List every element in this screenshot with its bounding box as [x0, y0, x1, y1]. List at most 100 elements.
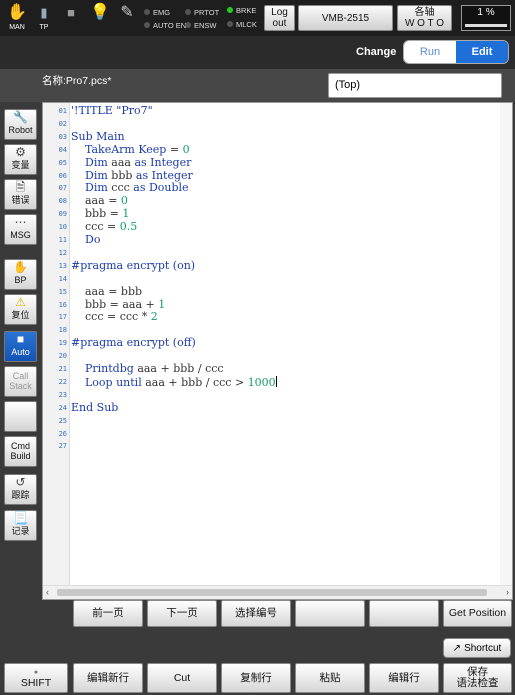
- code-editor[interactable]: 01 02 03 04 05 06 07 08 09 10 11 12 13 14 15 16 17 18 19 20…: [42, 102, 513, 600]
- line-number-gutter: 01 02 03 04 05 06 07 08 09 10 11 12 13 14 15 16 17 18 19 20…: [43, 103, 70, 586]
- vertical-scrollbar[interactable]: [500, 103, 512, 586]
- speed-indicator[interactable]: 1 %: [461, 5, 511, 31]
- record-button[interactable]: 📃 记录: [4, 510, 37, 541]
- select-number-button[interactable]: 选择编号: [221, 600, 291, 627]
- msg-button[interactable]: ⋯ MSG: [4, 214, 37, 245]
- code-token: =: [169, 142, 180, 156]
- procedure-select[interactable]: (Top): [328, 73, 502, 98]
- error-button[interactable]: 🗎 错误: [4, 179, 37, 210]
- code-keyword: as: [133, 181, 146, 195]
- trace-button[interactable]: ↺ 跟踪: [4, 474, 37, 505]
- file-name: 名称:Pro7.pcs*: [42, 75, 112, 87]
- horizontal-scrollbar[interactable]: ‹ ›: [43, 585, 512, 599]
- lamp-indicator: 💡: [87, 2, 113, 34]
- code-line[interactable]: Printdbg aaa + bbb / ccc: [71, 362, 224, 376]
- scroll-right-icon[interactable]: ›: [506, 587, 509, 597]
- code-token: ccc: [205, 362, 224, 375]
- code-token: ccc: [111, 181, 130, 195]
- breakpoint-button[interactable]: ✋ BP: [4, 259, 37, 290]
- speed-bar: [465, 24, 507, 27]
- code-line[interactable]: ccc = ccc * 2: [71, 310, 158, 324]
- status-bar: ✋ MAN ▮ TP ■ 💡 ✎ EMG PRTOT BRKE AUTO EN …: [0, 0, 515, 36]
- lamp-dot: [144, 9, 150, 15]
- side-button-label: 记录: [11, 526, 30, 536]
- code-keyword: End: [71, 400, 94, 414]
- lightbulb-icon: 💡: [90, 4, 110, 21]
- code-line[interactable]: End Sub: [71, 400, 119, 415]
- edit-mode-button[interactable]: Edit: [456, 41, 508, 63]
- copy-line-button[interactable]: 复制行: [221, 663, 291, 693]
- code-line[interactable]: #pragma encrypt (off): [71, 336, 196, 350]
- code-token: aaa: [111, 155, 131, 169]
- hand-icon: ✋: [13, 260, 28, 274]
- teach-pendant-icon: ▮: [40, 5, 48, 20]
- code-keyword: Keep: [138, 142, 167, 156]
- code-line[interactable]: Loop until aaa + bbb / ccc > 1000: [71, 375, 277, 389]
- axis-mode-button[interactable]: 各轴 W O T O: [397, 5, 452, 31]
- side-button-label: 跟踪: [11, 490, 30, 500]
- reset-button[interactable]: ⚠ 复位: [4, 294, 37, 325]
- cmd-build-button[interactable]: Cmd Build: [4, 436, 37, 467]
- robot-button[interactable]: 🔧 Robot: [4, 109, 37, 140]
- line-number: 06: [58, 171, 67, 180]
- code-keyword: Sub: [96, 400, 119, 414]
- code-token: bbb: [120, 284, 143, 298]
- lamp-label: MLCK: [236, 20, 257, 29]
- scroll-left-icon[interactable]: ‹: [46, 587, 49, 597]
- side-button-label: 错误: [11, 195, 30, 205]
- side-button-label: Auto: [11, 347, 30, 357]
- code-keyword: as: [135, 168, 149, 182]
- variables-button[interactable]: ⚙ 变量: [4, 144, 37, 175]
- paste-button[interactable]: 粘贴: [295, 663, 365, 693]
- shift-button[interactable]: ● SHIFT: [4, 663, 68, 693]
- man-label: MAN: [9, 24, 25, 31]
- code-line[interactable]: Do: [71, 233, 100, 247]
- message-icon: ⋯: [14, 215, 27, 229]
- lamp-auto-en: AUTO EN: [144, 20, 186, 32]
- fkey-blank-1[interactable]: [295, 600, 365, 627]
- lamp-dot: [227, 21, 233, 27]
- shortcut-icon: ↗: [452, 642, 462, 654]
- blank-button[interactable]: [4, 401, 37, 432]
- wrench-icon: 🔧: [13, 110, 28, 124]
- logout-line2: out: [272, 18, 287, 29]
- code-token: aaa: [122, 297, 143, 311]
- auto-button[interactable]: ■ Auto: [4, 331, 37, 362]
- code-token: =: [106, 310, 117, 324]
- robot-name-button[interactable]: VMB-2515: [298, 5, 393, 31]
- line-number: 04: [58, 145, 67, 154]
- code-line[interactable]: #pragma encrypt (on): [71, 259, 195, 273]
- next-page-button[interactable]: 下一页: [147, 600, 217, 627]
- get-position-button[interactable]: Get Position: [443, 600, 512, 627]
- side-button-label: 变量: [11, 160, 30, 170]
- save-syntax-check-button[interactable]: 保存 语法检查: [443, 663, 512, 693]
- line-number: 25: [58, 416, 67, 425]
- code-line[interactable]: '!TITLE "Pro7": [71, 104, 153, 118]
- tp-indicator[interactable]: ▮ TP: [31, 2, 57, 34]
- prev-page-button[interactable]: 前一页: [73, 600, 143, 627]
- edit-new-line-button[interactable]: 编辑新行: [73, 663, 143, 693]
- code-number: 0.5: [119, 220, 138, 234]
- code-keyword: Double: [148, 181, 189, 195]
- line-number: 13: [58, 261, 67, 270]
- cut-button[interactable]: Cut: [147, 663, 217, 693]
- line-number: 20: [58, 352, 67, 361]
- scroll-thumb[interactable]: [57, 589, 487, 596]
- edit-line-button[interactable]: 编辑行: [369, 663, 439, 693]
- shortcut-label: Shortcut: [464, 642, 502, 654]
- shortcut-button[interactable]: ↗ Shortcut: [443, 638, 511, 658]
- call-stack-button[interactable]: Call Stack: [4, 366, 37, 397]
- code-token: aaa: [85, 194, 105, 208]
- logout-button[interactable]: Log out: [264, 5, 295, 31]
- lamp-emg: EMG: [144, 7, 170, 19]
- run-mode-button[interactable]: Run: [404, 41, 456, 63]
- man-mode-indicator[interactable]: ✋ MAN: [4, 2, 30, 34]
- mode-toggle[interactable]: Run Edit: [403, 40, 509, 64]
- fkey-blank-2[interactable]: [369, 600, 439, 627]
- code-token: =: [106, 220, 117, 234]
- lamp-label: BRKE: [236, 6, 257, 15]
